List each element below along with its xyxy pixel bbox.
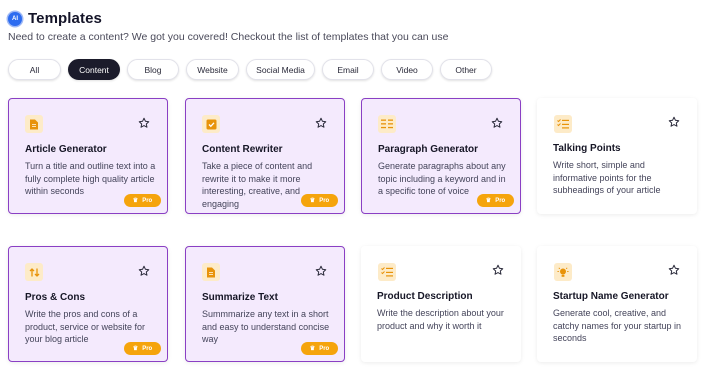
card-description: Generate cool, creative, and catchy name… (553, 308, 682, 344)
favorite-star-icon[interactable] (668, 116, 680, 128)
tab-video[interactable]: Video (381, 59, 433, 80)
checkbox-icon (202, 115, 220, 133)
crown-icon: ♛ (132, 198, 139, 204)
favorite-star-icon[interactable] (315, 265, 327, 277)
crown-icon: ♛ (132, 346, 139, 352)
pro-badge: ♛ Pro (477, 194, 514, 207)
card-description: Write short, simple and informative poin… (553, 160, 661, 196)
pro-label: Pro (142, 345, 153, 352)
favorite-star-icon[interactable] (492, 264, 504, 276)
crown-icon: ♛ (485, 198, 492, 204)
card-title: Product Description (377, 291, 473, 302)
ai-logo-icon: AI (8, 11, 22, 26)
document-icon (202, 263, 220, 281)
crown-icon: ♛ (309, 346, 316, 352)
document-icon (25, 115, 43, 133)
swap-icon (25, 263, 43, 281)
card-description: Turn a title and outline text into a ful… (25, 161, 156, 197)
card-description: Write the description about your product… (377, 308, 504, 331)
favorite-star-icon[interactable] (138, 265, 150, 277)
card-title: Paragraph Generator (378, 144, 479, 155)
pro-badge: ♛ Pro (124, 342, 161, 355)
checklist-icon (378, 263, 396, 281)
template-card-content-rewriter[interactable]: Content Rewriter Take a piece of content… (185, 98, 345, 214)
card-description: Summmarize any text in a short and easy … (202, 309, 330, 345)
card-title: Article Generator (25, 144, 107, 155)
pro-label: Pro (495, 197, 506, 204)
page-header: AI Templates (8, 10, 102, 27)
pro-label: Pro (142, 197, 153, 204)
tab-all[interactable]: All (8, 59, 61, 80)
templates-page: AI Templates Need to create a content? W… (0, 0, 706, 368)
template-card-startup-name-generator[interactable]: Startup Name Generator Generate cool, cr… (537, 246, 697, 362)
card-title: Startup Name Generator (553, 291, 669, 302)
page-title: Templates (28, 10, 102, 27)
tab-email[interactable]: Email (322, 59, 374, 80)
favorite-star-icon[interactable] (315, 117, 327, 129)
tab-content[interactable]: Content (68, 59, 120, 80)
template-card-product-description[interactable]: Product Description Write the descriptio… (361, 246, 521, 362)
page-subtitle: Need to create a content? We got you cov… (8, 31, 449, 43)
tab-blog[interactable]: Blog (127, 59, 179, 80)
pro-badge: ♛ Pro (124, 194, 161, 207)
paragraph-icon (378, 115, 396, 133)
pro-label: Pro (319, 345, 330, 352)
template-card-talking-points[interactable]: Talking Points Write short, simple and i… (537, 98, 697, 214)
template-card-pros-cons[interactable]: Pros & Cons Write the pros and cons of a… (8, 246, 168, 362)
template-card-summarize-text[interactable]: Summarize Text Summmarize any text in a … (185, 246, 345, 362)
tab-other[interactable]: Other (440, 59, 492, 80)
crown-icon: ♛ (309, 198, 316, 204)
favorite-star-icon[interactable] (138, 117, 150, 129)
card-title: Talking Points (553, 143, 621, 154)
card-description: Write the pros and cons of a product, se… (25, 309, 146, 345)
card-title: Pros & Cons (25, 292, 86, 303)
pro-badge: ♛ Pro (301, 194, 338, 207)
pro-badge: ♛ Pro (301, 342, 338, 355)
lightbulb-icon (554, 263, 572, 281)
template-card-paragraph-generator[interactable]: Paragraph Generator Generate paragraphs … (361, 98, 521, 214)
tab-website[interactable]: Website (186, 59, 239, 80)
checklist-icon (554, 115, 572, 133)
favorite-star-icon[interactable] (491, 117, 503, 129)
template-card-article-generator[interactable]: Article Generator Turn a title and outli… (8, 98, 168, 214)
card-title: Summarize Text (202, 292, 278, 303)
tab-social-media[interactable]: Social Media (246, 59, 315, 80)
pro-label: Pro (319, 197, 330, 204)
card-title: Content Rewriter (202, 144, 283, 155)
favorite-star-icon[interactable] (668, 264, 680, 276)
card-description: Generate paragraphs about any topic incl… (378, 161, 506, 197)
